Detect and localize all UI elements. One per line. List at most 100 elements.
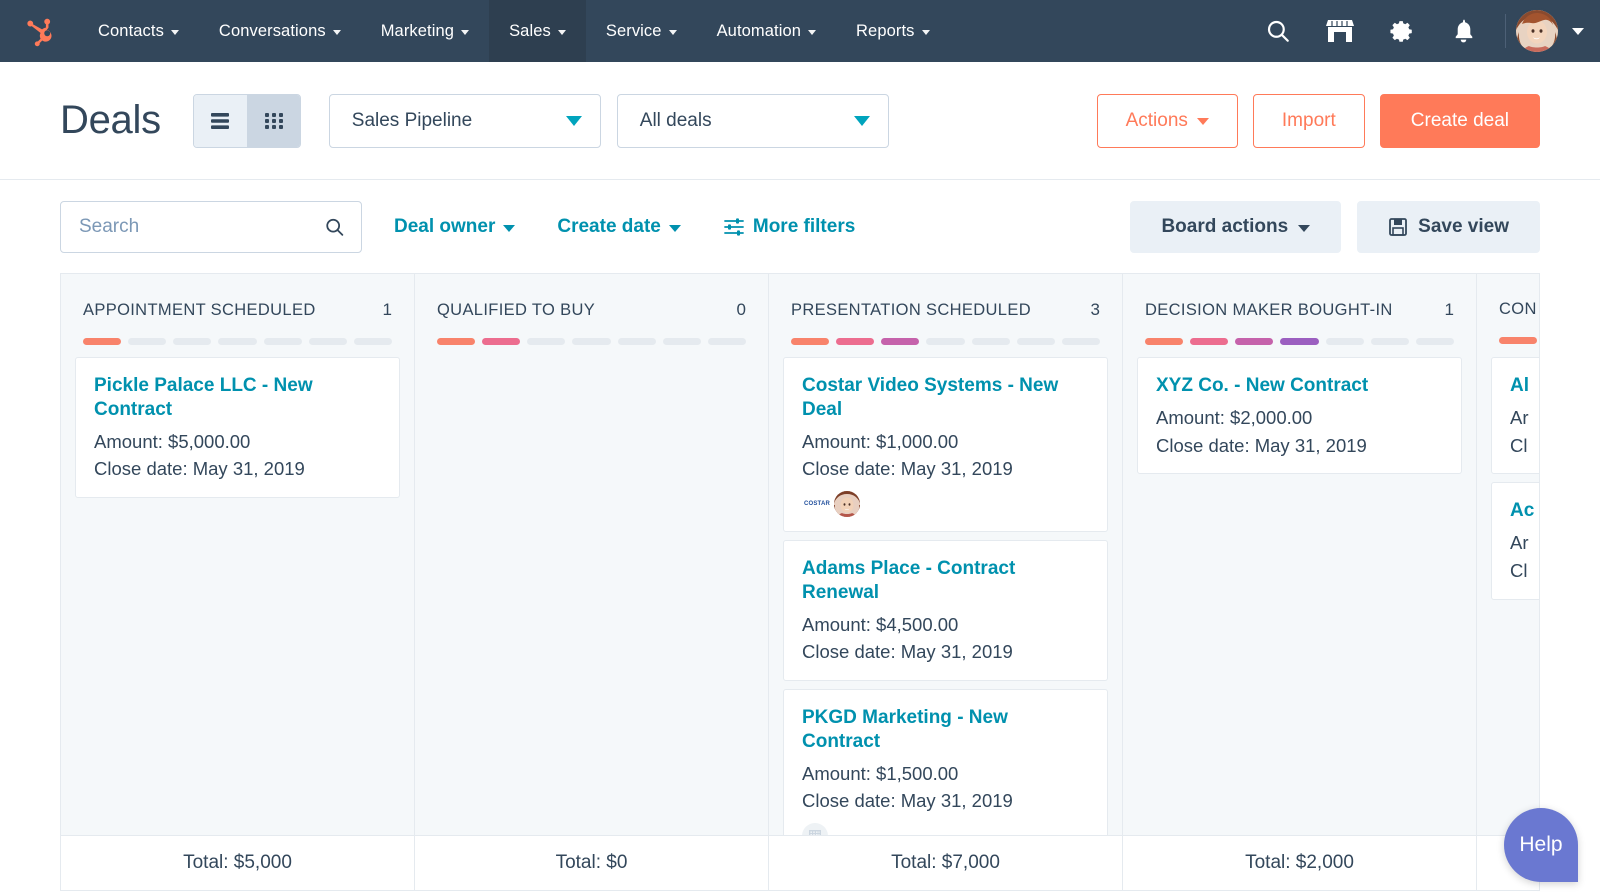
deal-card-title[interactable]: Pickle Palace LLC - New Contract <box>94 374 381 422</box>
deal-card-close-date: Cl <box>1510 559 1528 581</box>
deal-card-close-date: Close date: May 31, 2019 <box>802 458 1013 480</box>
account-menu-chevron-down-icon[interactable] <box>1572 27 1584 35</box>
deal-view-select[interactable]: All deals <box>616 93 889 148</box>
avatar[interactable] <box>1516 10 1558 52</box>
deal-card-amount: Ar <box>1510 532 1529 553</box>
chevron-down-icon <box>1196 118 1209 125</box>
board-view-button[interactable] <box>246 94 300 147</box>
column-header: DECISION MAKER BOUGHT-IN 1 <box>1123 274 1476 357</box>
nav-item-marketing[interactable]: Marketing <box>361 0 489 62</box>
deal-card-amount: Ar <box>1510 406 1529 428</box>
progress-segment <box>173 338 212 345</box>
board-column-appointment-scheduled: APPOINTMENT SCHEDULED 1 Pickle Palace LL… <box>61 274 415 835</box>
create-deal-button[interactable]: Create deal <box>1379 93 1540 148</box>
deal-card-title[interactable]: Al <box>1510 374 1539 398</box>
actions-button[interactable]: Actions <box>1096 93 1238 148</box>
stage-progress-indicator <box>83 338 392 345</box>
marketplace-icon <box>1326 20 1354 42</box>
deal-card-amount: Amount: $4,500.00 <box>802 613 959 635</box>
chevron-down-icon <box>921 29 930 35</box>
deal-card-title[interactable]: PKGD Marketing - New Contract <box>802 706 1089 754</box>
deal-card-title[interactable]: XYZ Co. - New Contract <box>1156 374 1443 398</box>
nav-divider <box>1505 14 1506 48</box>
deal-card[interactable]: Ac Ar Cl <box>1491 482 1539 600</box>
progress-segment <box>707 338 746 345</box>
deal-card-associations <box>802 823 1089 835</box>
view-toggle-group <box>192 93 301 148</box>
notifications-button[interactable] <box>1433 0 1495 62</box>
import-button-label: Import <box>1281 109 1336 131</box>
search-button[interactable] <box>1247 0 1309 62</box>
chevron-down-icon <box>1298 224 1311 232</box>
progress-segment <box>263 338 302 345</box>
deal-card[interactable]: Costar Video Systems - New Deal Amount: … <box>783 357 1108 532</box>
column-header: PRESENTATION SCHEDULED 3 <box>769 274 1122 357</box>
filter-bar: Deal owner Create date More filters Boar… <box>0 180 1600 273</box>
deal-card[interactable]: XYZ Co. - New Contract Amount: $2,000.00… <box>1137 357 1462 475</box>
settings-button[interactable] <box>1371 0 1433 62</box>
column-header: APPOINTMENT SCHEDULED 1 <box>61 274 414 357</box>
pipeline-select[interactable]: Sales Pipeline <box>328 93 601 148</box>
nav-menu: Contacts Conversations Marketing Sales S… <box>78 0 950 62</box>
search-field-wrapper[interactable] <box>60 200 362 253</box>
board-actions-button[interactable]: Board actions <box>1130 200 1342 253</box>
search-icon <box>1267 20 1289 42</box>
progress-segment <box>971 338 1010 345</box>
progress-segment <box>1370 338 1409 345</box>
nav-item-label: Automation <box>716 21 802 40</box>
deal-card-title[interactable]: Adams Place - Contract Renewal <box>802 557 1089 605</box>
column-cards[interactable]: Pickle Palace LLC - New Contract Amount:… <box>61 357 414 835</box>
help-button-label: Help <box>1519 833 1563 856</box>
deal-card-amount: Amount: $2,000.00 <box>1156 406 1313 428</box>
marketplace-button[interactable] <box>1309 0 1371 62</box>
column-count: 0 <box>736 300 746 319</box>
nav-item-reports[interactable]: Reports <box>836 0 949 62</box>
nav-item-service[interactable]: Service <box>586 0 697 62</box>
nav-item-label: Sales <box>509 21 551 40</box>
column-total: Total: $5,000 <box>61 836 415 890</box>
deal-card[interactable]: Adams Place - Contract Renewal Amount: $… <box>783 540 1108 681</box>
progress-segment <box>353 338 392 345</box>
deal-card-title[interactable]: Ac <box>1510 499 1539 523</box>
nav-item-conversations[interactable]: Conversations <box>199 0 361 62</box>
progress-segment <box>1415 338 1454 345</box>
more-filters-button[interactable]: More filters <box>723 216 855 238</box>
progress-segment <box>1325 338 1364 345</box>
list-view-button[interactable] <box>193 94 247 147</box>
import-button[interactable]: Import <box>1252 93 1365 148</box>
nav-item-automation[interactable]: Automation <box>697 0 836 62</box>
board-container: APPOINTMENT SCHEDULED 1 Pickle Palace LL… <box>0 273 1600 894</box>
contact-avatar[interactable] <box>834 491 860 517</box>
deal-card[interactable]: Pickle Palace LLC - New Contract Amount:… <box>75 357 400 498</box>
nav-item-label: Conversations <box>218 21 326 40</box>
column-cards[interactable] <box>415 357 768 835</box>
top-navigation-bar: Contacts Conversations Marketing Sales S… <box>0 0 1600 62</box>
deal-owner-filter[interactable]: Deal owner <box>394 216 516 238</box>
progress-segment <box>1280 338 1319 345</box>
search-icon[interactable] <box>324 216 345 238</box>
pipeline-select-value: Sales Pipeline <box>351 109 473 131</box>
nav-item-sales[interactable]: Sales <box>489 0 586 62</box>
save-view-button[interactable]: Save view <box>1357 200 1540 253</box>
help-button[interactable]: Help <box>1504 808 1578 882</box>
deal-card[interactable]: PKGD Marketing - New Contract Amount: $1… <box>783 689 1108 835</box>
column-cards[interactable]: XYZ Co. - New Contract Amount: $2,000.00… <box>1123 357 1476 835</box>
page-title: Deals <box>60 98 161 142</box>
hubspot-sprocket-logo-icon <box>27 18 52 47</box>
company-placeholder-icon[interactable] <box>802 823 828 835</box>
deal-card-title[interactable]: Costar Video Systems - New Deal <box>802 374 1089 422</box>
progress-segment <box>308 338 347 345</box>
hubspot-logo-link[interactable] <box>0 0 78 62</box>
progress-segment <box>1145 338 1184 345</box>
deal-card[interactable]: Al Ar Cl <box>1491 357 1539 475</box>
create-date-filter[interactable]: Create date <box>557 216 681 238</box>
nav-item-contacts[interactable]: Contacts <box>78 0 199 62</box>
chevron-down-icon <box>668 29 677 35</box>
filter-bar-right-actions: Board actions Save view <box>1130 200 1540 253</box>
progress-segment <box>527 338 566 345</box>
gear-icon <box>1389 20 1412 42</box>
nav-item-label: Reports <box>856 21 915 40</box>
search-input[interactable] <box>79 215 324 238</box>
column-cards[interactable]: Al Ar Cl Ac Ar Cl <box>1477 357 1539 835</box>
column-cards[interactable]: Costar Video Systems - New Deal Amount: … <box>769 357 1122 835</box>
